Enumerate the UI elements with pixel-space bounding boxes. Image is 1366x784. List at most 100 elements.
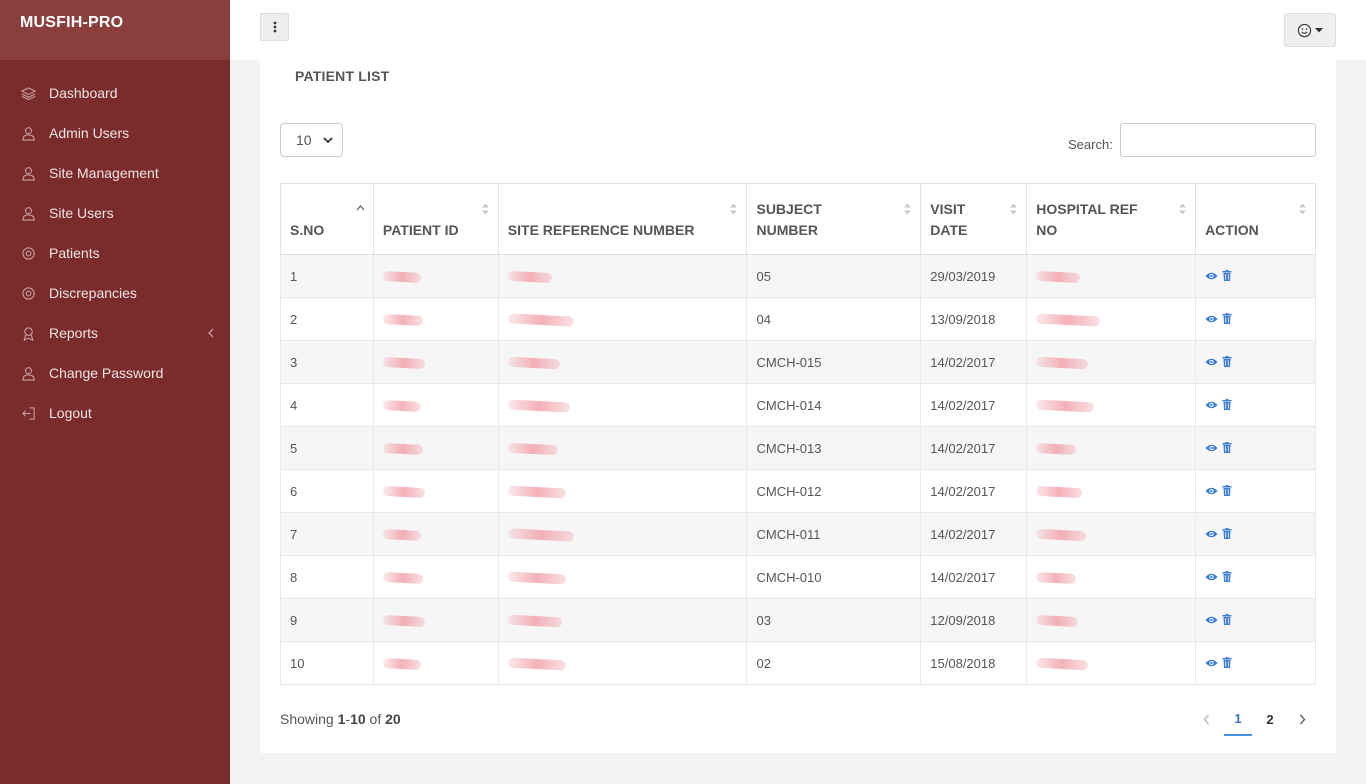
table-row: 8 CMCH-010 14/02/2017 — [280, 555, 1316, 599]
redacted-value — [382, 314, 424, 327]
view-eye-icon[interactable] — [1205, 658, 1218, 668]
sort-icon — [1299, 203, 1306, 215]
sidebar-item-logout[interactable]: Logout — [0, 393, 230, 433]
delete-trash-icon[interactable] — [1222, 614, 1232, 625]
user-menu-button[interactable] — [1284, 13, 1336, 47]
brand-logo[interactable]: MUSFIH-PRO — [0, 0, 230, 60]
view-eye-icon[interactable] — [1205, 443, 1218, 453]
sidebar-item-label: Patients — [49, 245, 100, 261]
sidebar-item-discrepancies[interactable]: Discrepancies — [0, 273, 230, 313]
delete-trash-icon[interactable] — [1222, 270, 1232, 281]
caret-down-icon — [1315, 27, 1323, 32]
info-total: 20 — [385, 711, 401, 727]
column-header[interactable]: ACTION — [1195, 183, 1316, 255]
cell-visit-date: 14/02/2017 — [920, 340, 1028, 384]
cell-site-reference — [497, 297, 748, 341]
column-header[interactable]: PATIENT ID — [372, 183, 499, 255]
cell-site-reference — [497, 641, 748, 685]
pagination-next-button[interactable] — [1288, 703, 1316, 736]
chevron-right-icon — [1299, 714, 1305, 725]
view-eye-icon[interactable] — [1205, 271, 1218, 281]
column-header-label: NUMBER — [756, 222, 818, 238]
menu-toggle-button[interactable] — [260, 13, 289, 41]
settings-icon — [20, 245, 36, 261]
cell-patient-id — [372, 340, 499, 384]
view-eye-icon[interactable] — [1205, 615, 1218, 625]
page-length-select[interactable]: 10 — [280, 123, 343, 157]
pagination-page-2[interactable]: 2 — [1256, 703, 1284, 736]
table-row: 1 05 29/03/2019 — [280, 254, 1316, 298]
cell-subject-number: 02 — [746, 641, 922, 685]
sort-icon — [1010, 203, 1018, 215]
table-row: 6 CMCH-012 14/02/2017 — [280, 469, 1316, 513]
redacted-value — [382, 529, 422, 542]
sidebar-item-admin-users[interactable]: Admin Users — [0, 113, 230, 153]
delete-trash-icon[interactable] — [1222, 356, 1232, 367]
info-range-end: 10 — [350, 711, 366, 727]
delete-trash-icon[interactable] — [1222, 571, 1232, 582]
pagination-page-1[interactable]: 1 — [1224, 703, 1252, 736]
delete-trash-icon[interactable] — [1222, 442, 1232, 453]
cell-subject-number: 05 — [746, 254, 922, 298]
cell-patient-id — [372, 641, 499, 685]
cell-visit-date: 15/08/2018 — [920, 641, 1028, 685]
redacted-value — [507, 571, 567, 585]
smiley-icon — [1297, 23, 1312, 37]
view-eye-icon[interactable] — [1205, 486, 1218, 496]
sidebar-item-label: Logout — [49, 405, 92, 421]
column-header-label: NO — [1036, 222, 1058, 238]
view-eye-icon[interactable] — [1205, 357, 1218, 367]
table-row: 5 CMCH-013 14/02/2017 — [280, 426, 1316, 470]
cell-action — [1195, 555, 1316, 599]
cell-hospital-ref — [1026, 383, 1197, 427]
cell-subject-number: CMCH-011 — [746, 512, 922, 556]
column-header[interactable]: VISIT DATE — [920, 183, 1028, 255]
column-header[interactable]: SUBJECT NUMBER — [746, 183, 922, 255]
chevron-left-icon — [208, 328, 214, 338]
search-input[interactable] — [1120, 123, 1316, 157]
redacted-value — [507, 313, 575, 327]
delete-trash-icon[interactable] — [1222, 485, 1232, 496]
sidebar-item-change-password[interactable]: Change Password — [0, 353, 230, 393]
cell-sno: 9 — [280, 598, 374, 642]
delete-trash-icon[interactable] — [1222, 313, 1232, 324]
patient-table: S.NO PATIENT ID SITE REFERENCE NUMBER SUBJE… — [280, 183, 1316, 685]
redacted-value — [507, 657, 567, 671]
sort-icon — [730, 203, 738, 215]
delete-trash-icon[interactable] — [1222, 399, 1232, 410]
sidebar-item-label: Change Password — [49, 365, 164, 381]
delete-trash-icon[interactable] — [1222, 528, 1232, 539]
redacted-value — [1036, 572, 1077, 585]
sidebar-item-dashboard[interactable]: Dashboard — [0, 73, 230, 113]
table-row: 4 CMCH-014 14/02/2017 — [280, 383, 1316, 427]
column-header[interactable]: SITE REFERENCE NUMBER — [497, 183, 748, 255]
view-eye-icon[interactable] — [1205, 400, 1218, 410]
sidebar-item-patients[interactable]: Patients — [0, 233, 230, 273]
pagination-prev-button[interactable] — [1192, 703, 1220, 736]
cell-subject-number: CMCH-013 — [746, 426, 922, 470]
column-header[interactable]: S.NO — [280, 183, 374, 255]
sort-ascending-icon — [356, 204, 365, 211]
sidebar-item-site-users[interactable]: Site Users — [0, 193, 230, 233]
view-eye-icon[interactable] — [1205, 314, 1218, 324]
cell-sno: 1 — [280, 254, 374, 298]
sidebar-item-label: Reports — [49, 325, 99, 341]
sidebar-item-reports[interactable]: Reports — [0, 313, 230, 353]
sidebar-item-site-management[interactable]: Site Management — [0, 153, 230, 193]
cell-visit-date: 14/02/2017 — [920, 383, 1028, 427]
cell-sno: 5 — [280, 426, 374, 470]
cell-patient-id — [372, 297, 499, 341]
delete-trash-icon[interactable] — [1222, 657, 1232, 668]
cell-patient-id — [372, 555, 499, 599]
page-length-value: 10 — [296, 132, 312, 148]
redacted-value — [507, 485, 567, 499]
cell-hospital-ref — [1026, 512, 1197, 556]
chevron-down-icon — [323, 137, 333, 144]
cell-patient-id — [372, 254, 499, 298]
view-eye-icon[interactable] — [1205, 572, 1218, 582]
redacted-value — [1036, 528, 1087, 542]
view-eye-icon[interactable] — [1205, 529, 1218, 539]
redacted-value — [382, 485, 426, 499]
info-prefix: Showing — [280, 711, 338, 727]
column-header[interactable]: HOSPITAL REF NO — [1026, 183, 1197, 255]
